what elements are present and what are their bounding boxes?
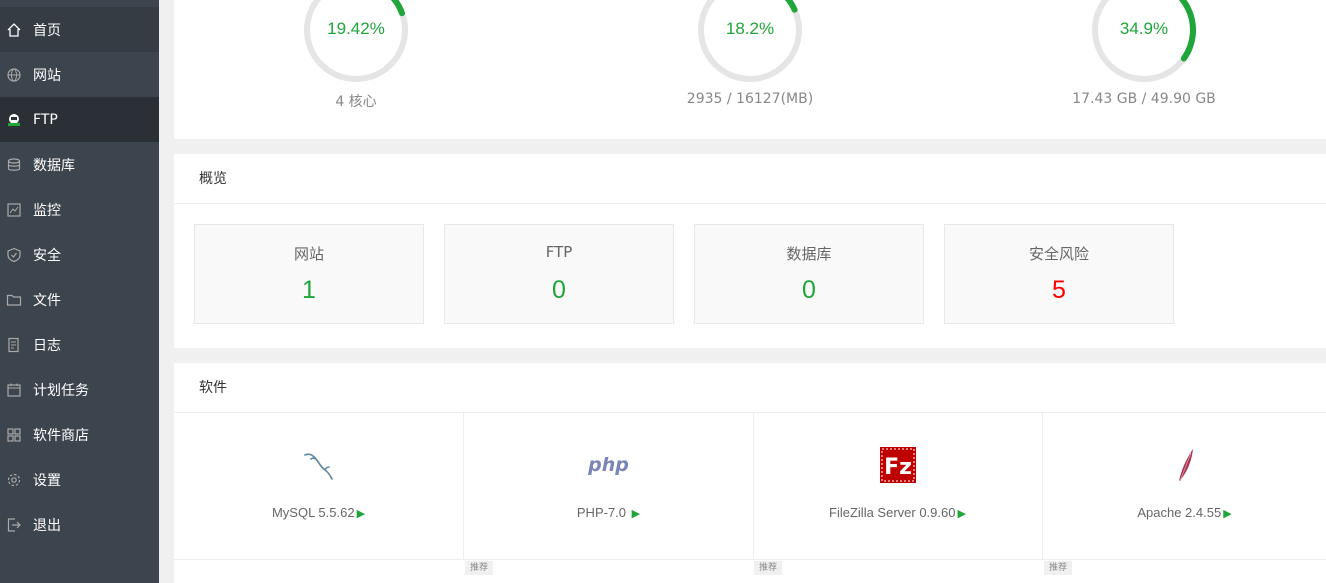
software-panel: 软件 MySQL 5.5.62 ▶ php PHP-7.0 ▶ Fz FileZi… (174, 363, 1326, 583)
sidebar-item-logs[interactable]: 日志 (0, 322, 159, 367)
sidebar-item-label: FTP (33, 111, 58, 128)
cpu-gauge: 19.42% 4 核心 (246, 0, 466, 139)
overview-card-value[interactable]: 0 (445, 276, 673, 305)
software-item-apache[interactable]: Apache 2.4.55 ▶ (1043, 413, 1326, 560)
recommend-tag: 推荐 (1044, 561, 1073, 575)
sidebar-item-files[interactable]: 文件 (0, 277, 159, 322)
sidebar-item-monitor[interactable]: 监控 (0, 187, 159, 232)
sidebar-item-label: 设置 (33, 472, 61, 489)
filezilla-icon: Fz (753, 445, 1042, 485)
disk-gauge-value: 34.9% (1119, 19, 1169, 38)
software-name-text: Apache 2.4.55 (1137, 505, 1222, 520)
overview-panel: 概览 网站 1 FTP 0 数据库 0 安全风险 5 (174, 154, 1326, 348)
overview-card-label: FTP (545, 243, 573, 261)
gauge-track (698, 0, 802, 82)
software-item-php[interactable]: php PHP-7.0 ▶ (464, 413, 754, 560)
sidebar-item-label: 数据库 (33, 157, 75, 174)
software-item-filezilla[interactable]: Fz FileZilla Server 0.9.60 ▶ (753, 413, 1043, 560)
sidebar-item-label: 退出 (33, 517, 61, 534)
sidebar-item-website[interactable]: 网站 (0, 52, 159, 97)
gauge-arc (390, 0, 406, 17)
software-item-mysql[interactable]: MySQL 5.5.62 ▶ (174, 413, 464, 560)
play-icon[interactable]: ▶ (632, 508, 640, 520)
software-name-text: PHP-7.0 (576, 505, 630, 520)
mysql-icon (174, 445, 463, 485)
sidebar-item-label: 网站 (33, 67, 61, 84)
software-name: PHP-7.0 ▶ (464, 505, 753, 520)
divider (174, 203, 1326, 204)
gauge-track (1092, 0, 1196, 82)
home-icon (6, 22, 22, 38)
sidebar-item-label: 计划任务 (33, 382, 89, 399)
sidebar-item-store[interactable]: 软件商店 (0, 412, 159, 457)
cpu-gauge-caption: 4 核心 (335, 94, 377, 110)
overview-card-database[interactable]: 数据库 0 (694, 224, 924, 324)
disk-gauge-caption: 17.43 GB / 49.90 GB (1072, 91, 1216, 107)
memory-gauge-value: 18.2% (725, 19, 775, 38)
play-icon[interactable]: ▶ (357, 508, 365, 520)
sidebar-item-ftp[interactable]: FTP (0, 97, 159, 142)
play-icon[interactable]: ▶ (1223, 508, 1231, 520)
memory-gauge: 18.2% 2935 / 16127(MB) (640, 0, 860, 139)
sidebar-item-label: 日志 (33, 337, 61, 354)
sidebar-item-home[interactable]: 首页 (0, 7, 159, 52)
memory-gauge-caption: 2935 / 16127(MB) (686, 91, 814, 107)
overview-card-label: 安全风险 (1028, 245, 1089, 263)
sidebar-item-label: 文件 (33, 292, 61, 309)
disk-gauge: 34.9% 17.43 GB / 49.90 GB (1034, 0, 1254, 139)
software-name: FileZilla Server 0.9.60 ▶ (753, 505, 1042, 520)
overview-card-value[interactable]: 0 (695, 276, 923, 305)
recommend-tag: 推荐 (465, 561, 494, 575)
play-icon[interactable]: ▶ (957, 508, 965, 520)
ftp-icon (6, 112, 22, 128)
software-name: MySQL 5.5.62 ▶ (174, 505, 463, 520)
sidebar-item-label: 安全 (33, 247, 61, 264)
overview-card-label: 网站 (293, 245, 324, 263)
sidebar-item-security[interactable]: 安全 (0, 232, 159, 277)
overview-card-security-risk[interactable]: 安全风险 5 (944, 224, 1174, 324)
overview-card-value[interactable]: 1 (195, 276, 423, 305)
overview-card-label: 数据库 (786, 245, 832, 263)
gear-icon (6, 472, 22, 488)
overview-card-value[interactable]: 5 (945, 276, 1173, 305)
php-icon: php (588, 454, 629, 476)
gauge-track (304, 0, 408, 82)
software-title: 软件 (199, 380, 227, 396)
apache-feather-icon (1043, 445, 1326, 485)
database-icon (6, 157, 22, 173)
globe-icon (6, 67, 22, 83)
log-icon (6, 337, 22, 353)
software-name-text: FileZilla Server 0.9.60 (829, 505, 956, 520)
sidebar-item-database[interactable]: 数据库 (0, 142, 159, 187)
sidebar-item-label: 软件商店 (33, 427, 89, 444)
folder-icon (6, 292, 22, 308)
software-name: Apache 2.4.55 ▶ (1043, 505, 1326, 520)
sidebar-item-logout[interactable]: 退出 (0, 502, 159, 547)
monitor-icon (6, 202, 22, 218)
calendar-icon (6, 382, 22, 398)
logout-icon (6, 517, 22, 533)
cpu-gauge-value: 19.42% (327, 19, 385, 38)
svg-text:Fz: Fz (884, 455, 912, 480)
sidebar-item-label: 监控 (33, 202, 61, 219)
overview-card-website[interactable]: 网站 1 (194, 224, 424, 324)
overview-card-ftp[interactable]: FTP 0 (444, 224, 674, 324)
sidebar: 首页 网站 FTP 数据库 监控 安全 文件 日志 计划任务 软件商店 设置 退… (0, 0, 159, 583)
sidebar-item-cron[interactable]: 计划任务 (0, 367, 159, 412)
software-name-text: MySQL 5.5.62 (271, 505, 355, 520)
gauge-arc (784, 0, 798, 13)
grid-icon (6, 427, 22, 443)
shield-icon (6, 247, 22, 263)
sidebar-item-settings[interactable]: 设置 (0, 457, 159, 502)
status-panel: 19.42% 4 核心 18.2% 2935 / 16127(MB) 34.9%… (174, 0, 1326, 139)
overview-title: 概览 (199, 171, 227, 187)
recommend-tag: 推荐 (754, 561, 783, 575)
sidebar-item-label: 首页 (33, 22, 61, 39)
